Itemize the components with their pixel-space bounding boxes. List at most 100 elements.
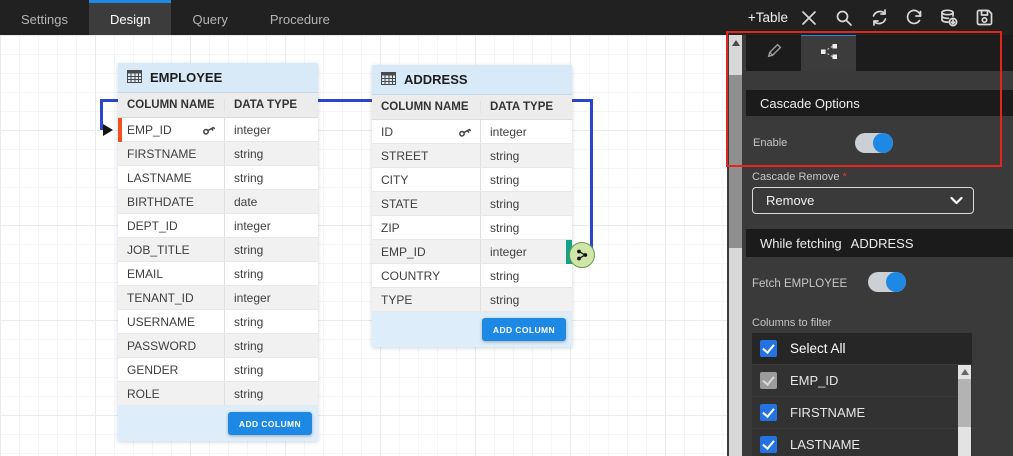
table-title: EMPLOYEE [150, 70, 222, 85]
column-name-header: COLUMN NAME [372, 101, 481, 113]
column-name: TENANT_ID [118, 286, 225, 309]
table-row[interactable]: ZIP string [372, 216, 572, 240]
table-row[interactable]: EMP_ID integer [372, 240, 572, 264]
column-type: string [481, 144, 572, 167]
table-row[interactable]: BIRTHDATE date [118, 190, 318, 214]
sync-icon[interactable] [868, 7, 890, 29]
table-row[interactable]: FIRSTNAME string [118, 142, 318, 166]
column-type: integer [481, 120, 572, 143]
table-row[interactable]: USERNAME string [118, 310, 318, 334]
search-icon[interactable] [833, 7, 855, 29]
redo-icon[interactable] [903, 7, 925, 29]
close-icon[interactable] [798, 7, 820, 29]
column-type: integer [225, 286, 318, 309]
table-row[interactable]: LASTNAME string [118, 166, 318, 190]
lastname-checkbox[interactable] [760, 436, 777, 453]
table-row[interactable]: ID integer [372, 120, 572, 144]
relation-connector-icon[interactable] [569, 242, 595, 268]
add-column-button[interactable]: ADD COLUMN [228, 412, 312, 435]
column-name: FIRSTNAME [118, 142, 225, 165]
table-row[interactable]: STREET string [372, 144, 572, 168]
column-name: BIRTHDATE [118, 190, 225, 213]
relation-properties-panel: » RELATION: FK_ADDRESS_TO_EMPLOY... Casc… [727, 0, 1013, 456]
column-type: string [481, 192, 572, 215]
panel-scrollbar[interactable] [729, 35, 742, 456]
scrollbar-thumb[interactable] [729, 75, 742, 248]
scrollbar-thumb[interactable] [958, 379, 971, 427]
column-name: EMP_ID [127, 123, 172, 137]
design-canvas[interactable]: EMPLOYEE COLUMN NAME DATA TYPE EMP_ID in… [0, 35, 727, 456]
scroll-up-icon[interactable] [958, 365, 971, 378]
table-employee[interactable]: EMPLOYEE COLUMN NAME DATA TYPE EMP_ID in… [118, 63, 318, 441]
table-footer: ADD COLUMN [372, 312, 572, 347]
emp-id-checkbox [760, 372, 777, 389]
column-name: PASSWORD [118, 334, 225, 357]
db-export-icon[interactable] [938, 7, 960, 29]
select-all-checkbox[interactable] [760, 340, 777, 357]
save-icon[interactable] [973, 7, 995, 29]
cascade-options-header: Cascade Options [746, 90, 1013, 116]
column-name: ZIP [372, 216, 481, 239]
filter-item-row[interactable]: EMP_ID [752, 365, 972, 396]
key-icon [458, 125, 472, 142]
column-type: string [225, 334, 318, 357]
table-row[interactable]: GENDER string [118, 358, 318, 382]
firstname-checkbox[interactable] [760, 404, 777, 421]
table-row[interactable]: TENANT_ID integer [118, 286, 318, 310]
table-row[interactable]: JOB_TITLE string [118, 238, 318, 262]
toolbar-icon-group [798, 0, 1013, 35]
select-all-row[interactable]: Select All [752, 333, 972, 364]
table-row[interactable]: ROLE string [118, 382, 318, 406]
table-address[interactable]: ADDRESS COLUMN NAME DATA TYPE ID integer… [372, 65, 572, 347]
column-type: string [481, 168, 572, 191]
column-name: TYPE [372, 288, 481, 311]
column-type: string [225, 382, 318, 405]
table-row[interactable]: DEPT_ID integer [118, 214, 318, 238]
column-type: integer [225, 214, 318, 237]
enable-toggle[interactable] [855, 133, 893, 153]
fetch-employee-toggle[interactable] [868, 272, 906, 292]
cascade-remove-label: Cascade Remove* [752, 171, 847, 183]
columns-filter-list: Select All EMP_ID FIRSTNAME LASTNAME [752, 333, 972, 456]
column-name: CITY [372, 168, 481, 191]
table-row[interactable]: EMP_ID integer [118, 118, 318, 142]
column-type: string [225, 358, 318, 381]
tab-procedure[interactable]: Procedure [249, 0, 351, 35]
column-type: string [225, 262, 318, 285]
column-type: string [225, 142, 318, 165]
table-row[interactable]: CITY string [372, 168, 572, 192]
relation-arrow-icon [103, 124, 113, 136]
column-type: string [481, 288, 572, 311]
fetch-employee-label: Fetch EMPLOYEE [752, 278, 847, 290]
table-row[interactable]: TYPE string [372, 288, 572, 312]
table-grid-icon [127, 70, 142, 86]
column-name: COUNTRY [372, 264, 481, 287]
column-type: date [225, 190, 318, 213]
table-employee-header[interactable]: EMPLOYEE [118, 63, 318, 93]
section-title: While fetching [760, 236, 842, 251]
column-name-header: COLUMN NAME [118, 99, 225, 111]
table-row[interactable]: COUNTRY string [372, 264, 572, 288]
column-type: integer [225, 118, 318, 141]
selected-value: Remove [766, 193, 950, 208]
tab-design[interactable]: Design [89, 0, 171, 35]
filter-list-scrollbar[interactable] [958, 365, 971, 456]
select-all-label: Select All [790, 341, 846, 356]
filter-item-row[interactable]: FIRSTNAME [752, 397, 972, 428]
tab-edit[interactable] [746, 33, 801, 71]
table-row[interactable]: EMAIL string [118, 262, 318, 286]
filter-item-row[interactable]: LASTNAME [752, 429, 972, 456]
relation-icon [819, 43, 839, 65]
cascade-remove-select[interactable]: Remove [752, 187, 974, 214]
chevron-down-icon [950, 193, 963, 208]
tab-query[interactable]: Query [171, 0, 248, 35]
column-name: DEPT_ID [118, 214, 225, 237]
tab-settings[interactable]: Settings [0, 0, 89, 35]
scroll-up-icon[interactable] [729, 35, 742, 50]
add-column-button[interactable]: ADD COLUMN [482, 318, 566, 341]
table-row[interactable]: STATE string [372, 192, 572, 216]
table-address-header[interactable]: ADDRESS [372, 65, 572, 95]
add-table-button[interactable]: +Table [738, 0, 798, 35]
table-row[interactable]: PASSWORD string [118, 334, 318, 358]
tab-relation[interactable] [801, 33, 856, 71]
